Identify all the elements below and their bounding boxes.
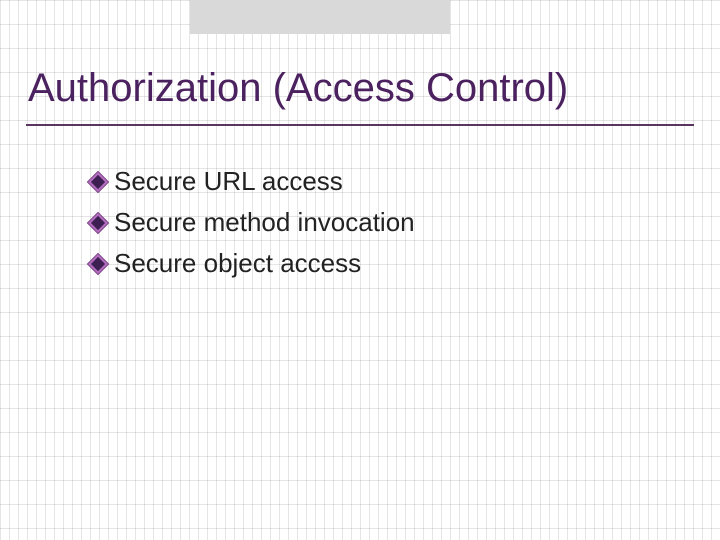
slide-body: Secure URL access Secure method invocati… [90, 164, 680, 287]
diamond-bullet-icon [87, 252, 110, 275]
decorative-top-band [190, 0, 450, 34]
slide-title: Authorization (Access Control) [28, 66, 692, 110]
list-item-text: Secure object access [114, 246, 361, 281]
diamond-bullet-icon [87, 211, 110, 234]
slide: Authorization (Access Control) Secure UR… [0, 0, 720, 540]
list-item-text: Secure URL access [114, 164, 343, 199]
list-item-text: Secure method invocation [114, 205, 415, 240]
title-underline [26, 124, 694, 126]
list-item: Secure method invocation [90, 205, 680, 240]
diamond-bullet-icon [87, 170, 110, 193]
list-item: Secure object access [90, 246, 680, 281]
list-item: Secure URL access [90, 164, 680, 199]
